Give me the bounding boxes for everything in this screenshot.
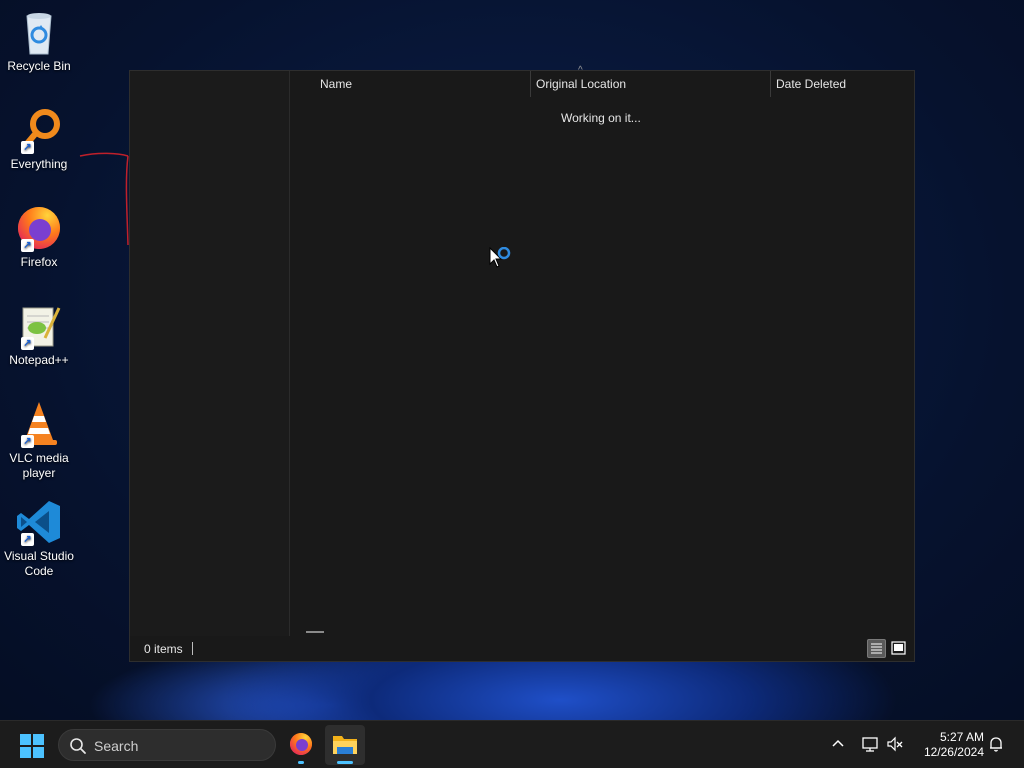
desktop-icon-label: Firefox [20, 255, 58, 269]
status-bar: 0 items [130, 636, 914, 661]
shortcut-arrow-icon: ↗ [21, 337, 34, 350]
shortcut-arrow-icon: ↗ [21, 141, 34, 154]
column-header-original-location-label: Original Location [536, 77, 627, 91]
vscode-icon: ↗ [15, 498, 63, 546]
column-header-name[interactable]: Name [314, 71, 531, 97]
active-indicator [337, 761, 353, 764]
details-view-icon [871, 643, 882, 654]
windows-logo-icon [20, 734, 44, 758]
notifications-button[interactable] [987, 735, 1005, 753]
desktop-icon-firefox[interactable]: ↗ Firefox [2, 204, 76, 270]
column-header-date-deleted[interactable]: Date Deleted [770, 71, 910, 97]
bell-icon [990, 737, 1002, 752]
firefox-icon: ↗ [15, 204, 63, 252]
item-count: 0 items [144, 642, 183, 656]
column-header-row: Name ^ Original Location Date Deleted [290, 65, 914, 97]
desktop-icon-recycle-bin[interactable]: Recycle Bin [2, 8, 76, 74]
details-view-button[interactable] [867, 639, 886, 658]
desktop-icon-everything[interactable]: ↗ Everything [2, 106, 76, 172]
shortcut-arrow-icon: ↗ [21, 435, 34, 448]
recycle-bin-window: Name ^ Original Location Date Deleted Wo… [129, 65, 915, 662]
running-indicator [298, 761, 304, 764]
start-button[interactable] [19, 733, 45, 759]
large-icons-view-button[interactable] [889, 639, 908, 658]
large-icons-view-icon [891, 641, 906, 655]
system-clock[interactable]: 5:27 AM 12/26/2024 [914, 730, 984, 760]
volume-muted-button[interactable] [886, 735, 904, 753]
vlc-icon: ↗ [15, 400, 63, 448]
speaker-muted-icon [887, 736, 903, 752]
desktop-icon-label: Notepad++ [9, 353, 69, 367]
taskbar-firefox[interactable] [281, 725, 321, 765]
search-placeholder: Search [94, 738, 139, 754]
file-list-pane[interactable]: Name ^ Original Location Date Deleted Wo… [290, 65, 914, 637]
search-icon [70, 738, 86, 754]
clock-date: 12/26/2024 [923, 745, 984, 759]
loading-message: Working on it... [561, 111, 641, 125]
file-explorer-icon [333, 736, 357, 754]
desktop-icon-label: VLC media player [9, 451, 69, 480]
desktop-icon-label: Visual Studio Code [4, 549, 74, 578]
column-header-name-label: Name [320, 77, 353, 91]
clock-time: 5:27 AM [939, 730, 984, 744]
taskbar-search-box[interactable]: Search [58, 729, 276, 761]
taskbar-file-explorer[interactable] [325, 725, 365, 765]
desktop-icon-vlc[interactable]: ↗ VLC media player [2, 400, 76, 481]
shortcut-arrow-icon: ↗ [21, 533, 34, 546]
column-header-date-deleted-label: Date Deleted [776, 77, 847, 91]
busy-cursor-icon [489, 247, 511, 268]
shortcut-arrow-icon: ↗ [21, 239, 34, 252]
status-divider [192, 642, 193, 655]
recycle-bin-icon [15, 8, 63, 56]
desktop-icon-notepad-plus-plus[interactable]: ↗ Notepad++ [2, 302, 76, 368]
desktop-icon-vscode[interactable]: ↗ Visual Studio Code [2, 498, 76, 579]
network-status-button[interactable] [861, 735, 879, 753]
pen-stroke-annotation [79, 152, 129, 246]
everything-search-icon: ↗ [15, 106, 63, 154]
navigation-pane[interactable] [130, 71, 290, 637]
horizontal-scrollbar[interactable] [306, 631, 324, 633]
show-hidden-icons-button[interactable] [829, 735, 847, 753]
taskbar: Search 5:27 AM 12/26/2024 [0, 720, 1024, 768]
notepad-plus-plus-icon: ↗ [15, 302, 63, 350]
firefox-icon [290, 733, 312, 755]
desktop-icon-label: Everything [10, 157, 68, 171]
chevron-up-icon [832, 739, 844, 747]
desktop-icon-label: Recycle Bin [7, 59, 71, 73]
column-header-original-location[interactable]: Original Location [530, 71, 771, 97]
network-icon [862, 737, 878, 752]
